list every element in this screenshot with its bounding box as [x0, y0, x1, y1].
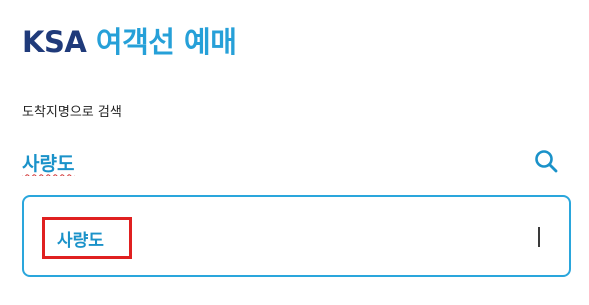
result-item[interactable]: 사량도: [42, 217, 132, 259]
destination-search-input[interactable]: [22, 146, 522, 178]
brand-name: KSA: [22, 25, 87, 59]
text-cursor: [538, 227, 540, 247]
search-results-dropdown: 사량도: [22, 195, 571, 277]
search-icon[interactable]: [533, 148, 559, 174]
search-label: 도착지명으로 검색: [22, 105, 122, 120]
page-subtitle: 여객선 예매: [95, 25, 237, 59]
ferry-booking-page: KSA 여객선 예매 도착지명으로 검색 사량도: [0, 0, 589, 305]
page-title: KSA 여객선 예매: [22, 22, 237, 62]
result-item-label: 사량도: [57, 230, 104, 251]
